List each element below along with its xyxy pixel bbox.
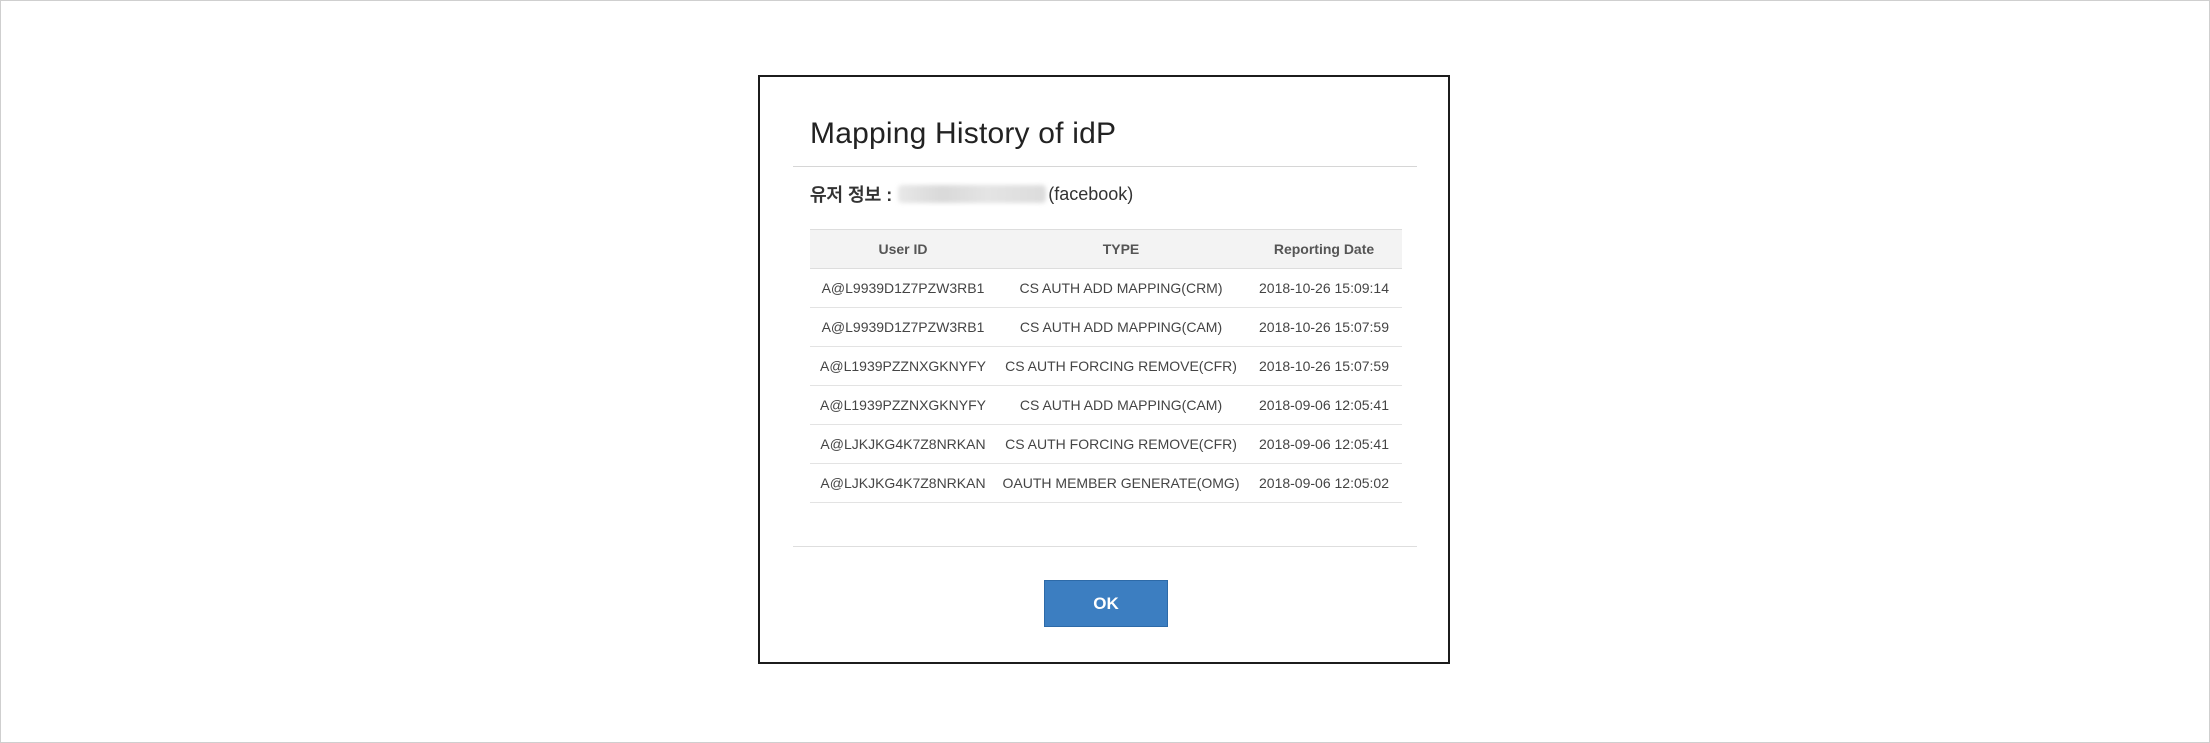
cell-user-id: A@L1939PZZNXGKNYFY — [810, 385, 996, 425]
user-info: 유저 정보 : 1279021309907493 (facebook) — [810, 181, 1133, 207]
table-row: A@L9939D1Z7PZW3RB1 CS AUTH ADD MAPPING(C… — [810, 268, 1402, 308]
cell-type: CS AUTH ADD MAPPING(CRM) — [996, 268, 1246, 308]
mapping-history-dialog: Mapping History of idP 유저 정보 : 127902130… — [758, 75, 1450, 664]
user-info-value-redacted: 1279021309907493 — [898, 185, 1047, 203]
cell-reporting-date: 2018-09-06 12:05:02 — [1246, 463, 1402, 503]
column-header-user-id: User ID — [810, 229, 996, 269]
ok-button[interactable]: OK — [1044, 580, 1168, 627]
cell-type: CS AUTH FORCING REMOVE(CFR) — [996, 424, 1246, 464]
cell-reporting-date: 2018-10-26 15:07:59 — [1246, 307, 1402, 347]
table-row: A@L1939PZZNXGKNYFY CS AUTH FORCING REMOV… — [810, 346, 1402, 386]
cell-reporting-date: 2018-10-26 15:07:59 — [1246, 346, 1402, 386]
cell-type: CS AUTH FORCING REMOVE(CFR) — [996, 346, 1246, 386]
cell-reporting-date: 2018-10-26 15:09:14 — [1246, 268, 1402, 308]
table-row: A@L1939PZZNXGKNYFY CS AUTH ADD MAPPING(C… — [810, 385, 1402, 425]
column-header-type: TYPE — [996, 229, 1246, 269]
mapping-history-table: User ID TYPE Reporting Date A@L9939D1Z7P… — [810, 229, 1402, 503]
table-row: A@LJKJKG4K7Z8NRKAN CS AUTH FORCING REMOV… — [810, 424, 1402, 464]
cell-reporting-date: 2018-09-06 12:05:41 — [1246, 424, 1402, 464]
cell-type: OAUTH MEMBER GENERATE(OMG) — [996, 463, 1246, 503]
dialog-title: Mapping History of idP — [810, 117, 1117, 150]
cell-user-id: A@L9939D1Z7PZW3RB1 — [810, 268, 996, 308]
cell-user-id: A@L1939PZZNXGKNYFY — [810, 346, 996, 386]
table-header-row: User ID TYPE Reporting Date — [810, 229, 1402, 269]
title-divider — [793, 166, 1417, 167]
user-info-provider: (facebook) — [1048, 183, 1134, 204]
user-info-label: 유저 정보 : — [810, 185, 893, 205]
cell-type: CS AUTH ADD MAPPING(CAM) — [996, 385, 1246, 425]
cell-type: CS AUTH ADD MAPPING(CAM) — [996, 307, 1246, 347]
column-header-reporting-date: Reporting Date — [1246, 229, 1402, 269]
table-row: A@LJKJKG4K7Z8NRKAN OAUTH MEMBER GENERATE… — [810, 463, 1402, 503]
cell-user-id: A@LJKJKG4K7Z8NRKAN — [810, 424, 996, 464]
footer-divider — [793, 546, 1417, 547]
table-row: A@L9939D1Z7PZW3RB1 CS AUTH ADD MAPPING(C… — [810, 307, 1402, 347]
cell-user-id: A@L9939D1Z7PZW3RB1 — [810, 307, 996, 347]
cell-user-id: A@LJKJKG4K7Z8NRKAN — [810, 463, 996, 503]
cell-reporting-date: 2018-09-06 12:05:41 — [1246, 385, 1402, 425]
